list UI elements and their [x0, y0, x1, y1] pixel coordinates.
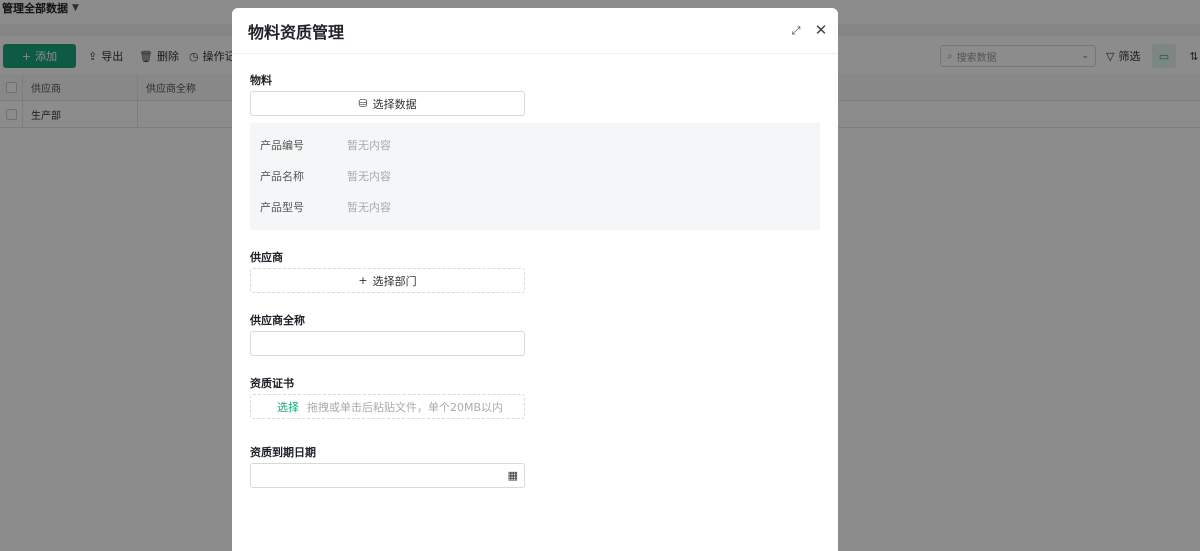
info-row: 产品名称 暂无内容 [260, 170, 391, 183]
info-row: 产品型号 暂无内容 [260, 201, 391, 214]
certificate-upload-area[interactable]: 选择 拖拽或单击后粘贴文件，单个20MB以内 [250, 394, 525, 419]
select-file-link[interactable]: 选择 [277, 399, 299, 415]
modal-title: 物料资质管理 [248, 22, 345, 42]
select-department-button[interactable]: + 选择部门 [250, 268, 525, 293]
material-info-panel: 产品编号 暂无内容 产品名称 暂无内容 产品型号 暂无内容 [250, 123, 820, 230]
supplier-label: 供应商 [250, 251, 283, 264]
supplier-full-name-input[interactable] [250, 331, 525, 356]
supplier-full-name-label: 供应商全称 [250, 314, 305, 327]
certificate-label: 资质证书 [250, 377, 294, 390]
material-label: 物料 [250, 74, 272, 87]
expiry-date-label: 资质到期日期 [250, 446, 316, 459]
info-row: 产品编号 暂无内容 [260, 139, 391, 152]
material-qualification-modal: 物料资质管理 ⤢ ✕ 物料 ⛁ 选择数据 产品编号 暂无内容 产品名称 暂无内容… [232, 8, 838, 551]
expand-icon[interactable]: ⤢ [789, 24, 803, 38]
upload-hint: 拖拽或单击后粘贴文件，单个20MB以内 [307, 400, 504, 414]
calendar-icon: ▦ [507, 469, 518, 482]
expiry-date-input[interactable]: ▦ [250, 463, 525, 488]
close-icon[interactable]: ✕ [813, 21, 829, 39]
plus-icon: + [358, 274, 368, 287]
select-data-button[interactable]: ⛁ 选择数据 [250, 91, 525, 116]
modal-header: 物料资质管理 [232, 8, 838, 54]
database-icon: ⛁ [358, 97, 368, 110]
